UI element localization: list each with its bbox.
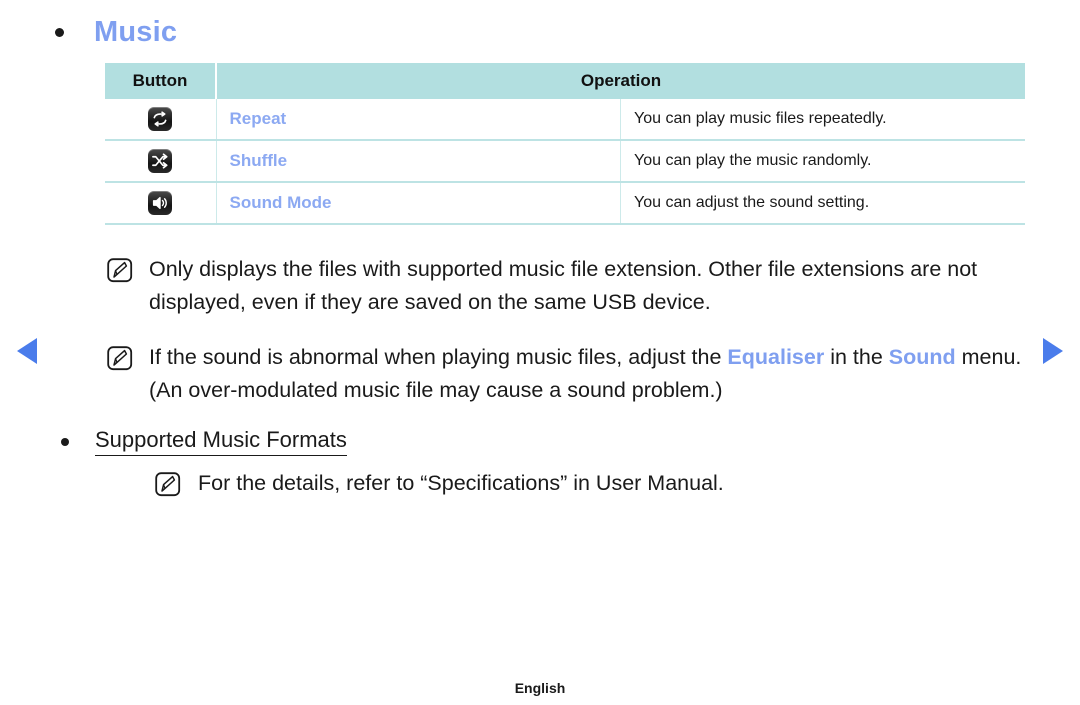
note-text: Only displays the files with supported m… [149,253,1030,319]
note-item: For the details, refer to “Specification… [55,467,1030,500]
column-header-operation: Operation [216,63,1025,99]
table-header-row: Button Operation [105,63,1025,99]
previous-page-arrow[interactable] [17,338,37,364]
note-item: Only displays the files with supported m… [55,253,1030,319]
cell-button-name: Repeat [216,99,621,141]
bullet-icon [55,27,64,37]
footer-language-label: English [514,680,566,696]
shuffle-icon[interactable] [148,149,173,173]
table-row: Repeat You can play music files repeated… [105,99,1025,141]
cell-button-name: Shuffle [216,140,621,183]
note-pen-icon [107,258,133,283]
cell-operation-description: You can adjust the sound setting. [620,182,1025,225]
note-pen-icon [155,472,181,497]
sound-mode-icon[interactable] [148,191,173,215]
repeat-icon[interactable] [148,107,173,131]
note-text-part: If the sound is abnormal when playing mu… [149,345,728,369]
note-text: For the details, refer to “Specification… [198,471,724,495]
button-operation-table: Button Operation Repeat You can play mus… [105,63,1025,225]
cell-operation-description: You can play music files repeatedly. [620,99,1025,141]
note-item: If the sound is abnormal when playing mu… [55,341,1030,407]
cell-button-icon [105,182,217,225]
note-pen-icon [107,346,133,371]
subsection-title: Supported Music Formats [55,427,1030,456]
cell-operation-description: You can play the music randomly. [620,140,1025,183]
highlight-sound: Sound [888,345,956,369]
note-text-part: in the [824,345,889,369]
table-row: Sound Mode You can adjust the sound sett… [105,182,1025,225]
note-text: If the sound is abnormal when playing mu… [149,341,1030,407]
section-title-label: Music [94,15,178,48]
highlight-equaliser: Equaliser [727,345,825,369]
page-content: Music Button Operation Repeat You can pl… [55,0,1030,705]
cell-button-name: Sound Mode [216,182,621,225]
table-row: Shuffle You can play the music randomly. [105,140,1025,183]
note-text-part: Only displays the files with supported m… [149,257,978,314]
column-header-button: Button [105,63,217,99]
cell-button-icon [105,99,217,141]
cell-button-icon [105,140,217,183]
next-page-arrow[interactable] [1043,338,1063,364]
subsection-title-label: Supported Music Formats [95,427,347,456]
page-title: Music [55,12,1030,52]
bullet-icon [61,437,69,446]
